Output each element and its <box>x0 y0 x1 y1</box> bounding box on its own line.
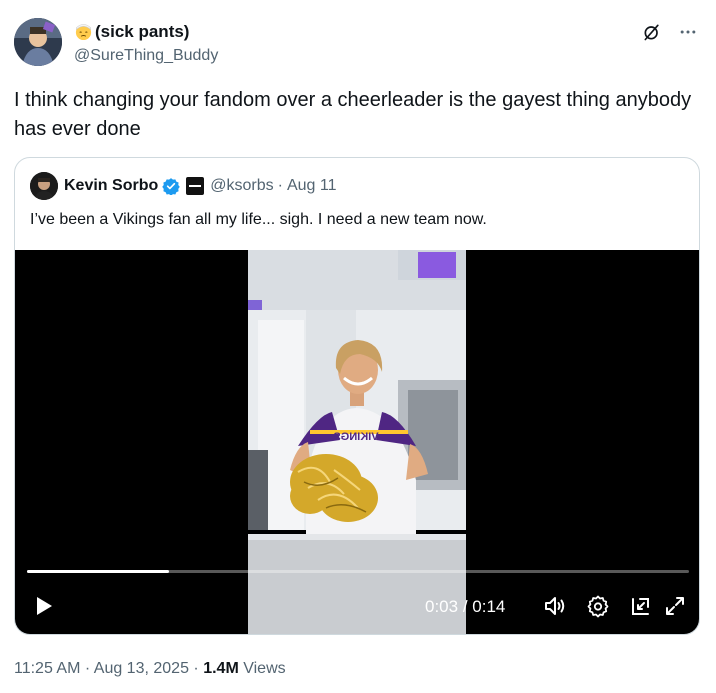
quote-author-name[interactable]: Kevin Sorbo <box>64 176 158 196</box>
quote-date[interactable]: Aug 11 <box>287 176 337 196</box>
gear-icon <box>587 595 609 618</box>
tweet-meta-line: 11:25 AM · Aug 13, 2025 · 1.4M Views <box>14 658 286 680</box>
author-name-text: (sick pants) <box>95 22 190 41</box>
tweet-text: I think changing your fandom over a chee… <box>14 89 692 140</box>
author-avatar[interactable] <box>14 18 62 66</box>
quote-author-handle[interactable]: @ksorbs <box>210 176 273 196</box>
settings-button[interactable] <box>586 594 610 618</box>
jersey-text: VIKINGS <box>333 431 378 443</box>
meta-separator: · <box>84 660 91 677</box>
more-options-icon[interactable] <box>676 20 700 44</box>
picture-in-picture-icon <box>632 598 649 615</box>
volume-button[interactable] <box>543 594 567 618</box>
video-time-readout: 0:03 / 0:14 <box>425 596 505 618</box>
author-block: (sick pants) @SureThing_Buddy <box>74 21 218 66</box>
video-duration: 0:14 <box>472 597 506 616</box>
meta-separator: · <box>193 660 199 677</box>
video-progress-bar[interactable] <box>27 570 689 573</box>
video-controls: 0:03 / 0:14 <box>15 586 699 626</box>
quote-header: Kevin Sorbo @ksorbs · Aug 11 <box>30 172 336 200</box>
volume-icon <box>545 597 565 615</box>
grok-icon[interactable] <box>640 20 664 44</box>
play-button[interactable] <box>31 594 55 618</box>
video-player[interactable]: VIKINGS 0:03 / 0:14 <box>15 250 699 634</box>
tweet-time[interactable]: 11:25 AM <box>14 660 80 677</box>
tweet-date[interactable]: Aug 13, 2025 <box>94 660 189 677</box>
author-display-name[interactable]: (sick pants) <box>74 21 218 42</box>
play-icon <box>37 597 52 615</box>
face-with-head-bandage-icon <box>74 22 93 41</box>
quote-text: I’ve been a Vikings fan all my life... s… <box>30 211 487 228</box>
expand-icon <box>666 597 684 615</box>
video-current-time: 0:03 <box>425 597 459 616</box>
views-label: Views <box>243 660 286 677</box>
quote-separator: · <box>277 177 283 194</box>
video-progress-fill <box>27 570 169 573</box>
pip-button[interactable] <box>629 594 653 618</box>
quote-author-avatar[interactable] <box>30 172 58 200</box>
video-time-separator: / <box>462 597 468 616</box>
quoted-tweet-card[interactable]: Kevin Sorbo @ksorbs · Aug 11 I’ve been a… <box>14 157 700 635</box>
author-handle[interactable]: @SureThing_Buddy <box>74 45 218 66</box>
video-frame: VIKINGS <box>248 250 466 634</box>
tweet-top-actions <box>640 20 700 44</box>
views-count: 1.4M <box>203 660 239 677</box>
fullscreen-button[interactable] <box>663 594 687 618</box>
affiliation-badge-icon[interactable] <box>186 177 205 195</box>
verified-badge-icon <box>162 177 181 195</box>
